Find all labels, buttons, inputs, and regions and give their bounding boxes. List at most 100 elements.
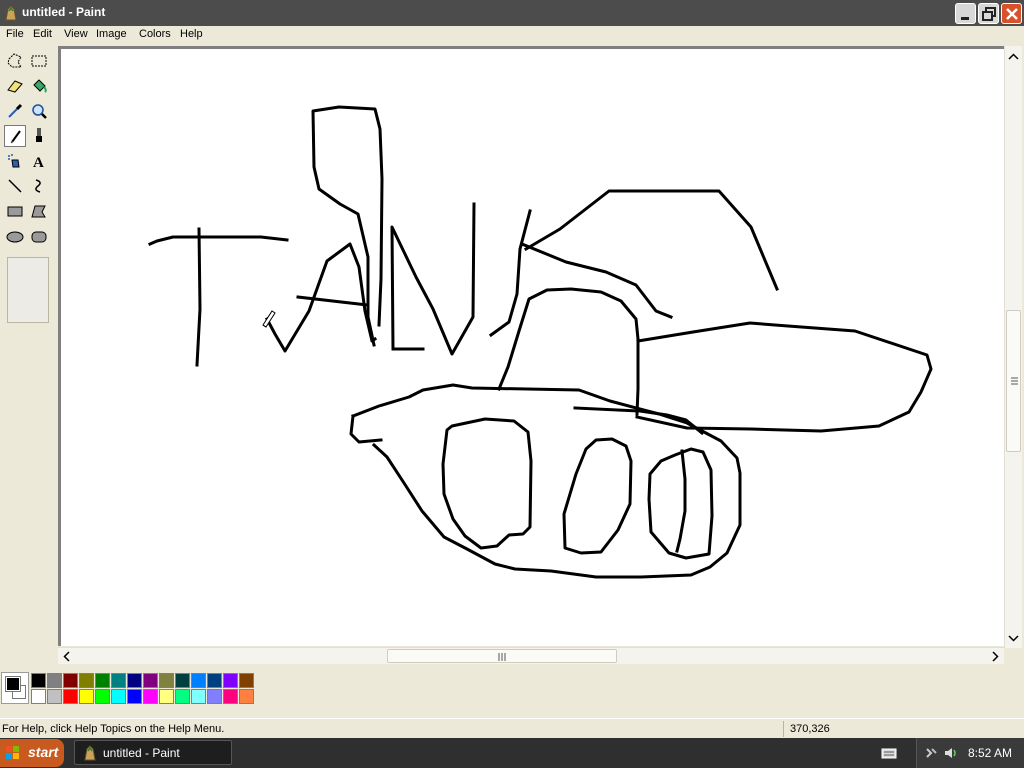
color-swatch[interactable] — [63, 689, 78, 704]
start-label: start — [28, 744, 59, 760]
ellipse-icon — [6, 231, 24, 243]
stroke-a — [264, 242, 378, 353]
color-swatch[interactable] — [223, 673, 238, 688]
paint-app-icon — [4, 5, 18, 21]
color-swatch[interactable] — [31, 673, 46, 688]
chevron-up-icon — [1008, 53, 1019, 60]
rectangle-tool[interactable] — [4, 200, 26, 222]
pick-color-tool[interactable] — [4, 100, 26, 122]
vertical-scroll-thumb[interactable] — [1006, 310, 1021, 452]
scroll-down-button[interactable] — [1005, 630, 1022, 647]
magnifier-tool[interactable] — [28, 100, 50, 122]
pencil-icon — [10, 130, 21, 144]
menu-colors[interactable]: Colors — [139, 28, 171, 40]
select-tool[interactable] — [28, 50, 50, 72]
status-bar: For Help, click Help Topics on the Help … — [0, 718, 1024, 738]
color-swatch[interactable] — [207, 673, 222, 688]
color-swatch[interactable] — [95, 673, 110, 688]
menu-image[interactable]: Image — [96, 28, 127, 40]
menu-bar: File Edit View Image Colors Help — [0, 26, 1024, 44]
taskbar-item-paint[interactable]: untitled - Paint — [74, 740, 232, 765]
scroll-right-button[interactable] — [987, 648, 1004, 665]
taskbar: start untitled - Paint — [0, 738, 1024, 768]
taskbar-item-label: untitled - Paint — [103, 746, 180, 760]
restore-button[interactable] — [978, 3, 999, 24]
menu-view[interactable]: View — [64, 28, 88, 40]
stroke-wheel-2 — [562, 437, 633, 555]
color-swatch[interactable] — [127, 689, 142, 704]
color-swatch[interactable] — [207, 689, 222, 704]
stroke-wheel-1 — [441, 417, 533, 550]
eraser-icon — [7, 80, 23, 93]
fill-bucket-icon — [33, 79, 47, 93]
cursor-coordinates: 370,326 — [790, 723, 830, 735]
foreground-color-swatch[interactable] — [5, 676, 21, 692]
color-swatch[interactable] — [79, 689, 94, 704]
color-swatch[interactable] — [111, 689, 126, 704]
paint-app-icon — [83, 745, 97, 761]
color-swatch[interactable] — [175, 689, 190, 704]
color-swatch[interactable] — [143, 689, 158, 704]
airbrush-tool[interactable] — [4, 150, 26, 172]
color-swatch[interactable] — [47, 689, 62, 704]
color-swatch[interactable] — [191, 689, 206, 704]
close-button[interactable] — [1001, 3, 1022, 24]
grip-icon — [1011, 377, 1018, 385]
tool-options-box[interactable] — [7, 257, 49, 323]
ellipse-tool[interactable] — [4, 225, 26, 247]
color-swatch[interactable] — [95, 689, 110, 704]
chevron-right-icon — [992, 651, 999, 662]
pencil-tool[interactable] — [4, 125, 26, 147]
line-tool[interactable] — [4, 175, 26, 197]
menu-help[interactable]: Help — [180, 28, 203, 40]
scroll-left-button[interactable] — [58, 648, 75, 665]
rounded-rectangle-tool[interactable] — [28, 225, 50, 247]
color-swatch[interactable] — [175, 673, 190, 688]
keyboard-icon[interactable] — [881, 746, 897, 760]
current-colors[interactable] — [1, 672, 29, 704]
free-form-select-icon — [7, 53, 22, 68]
color-swatch[interactable] — [47, 673, 62, 688]
title-bar[interactable]: untitled - Paint — [0, 0, 1024, 26]
start-button[interactable]: start — [0, 739, 64, 767]
curve-tool[interactable] — [28, 175, 50, 197]
color-swatch[interactable] — [143, 673, 158, 688]
brush-tool[interactable] — [28, 125, 50, 147]
fill-bucket-tool[interactable] — [28, 75, 50, 97]
color-swatch[interactable] — [127, 673, 142, 688]
color-swatch[interactable] — [79, 673, 94, 688]
color-swatch[interactable] — [31, 689, 46, 704]
polygon-tool[interactable] — [28, 200, 50, 222]
color-swatch[interactable] — [239, 673, 254, 688]
color-swatch[interactable] — [159, 689, 174, 704]
airbrush-icon — [8, 154, 20, 168]
color-swatch[interactable] — [159, 673, 174, 688]
drawing-canvas[interactable] — [61, 49, 1004, 646]
color-swatch[interactable] — [239, 689, 254, 704]
eraser-tool[interactable] — [4, 75, 26, 97]
stroke-n — [390, 202, 476, 356]
volume-icon[interactable] — [943, 745, 957, 761]
status-help-text: For Help, click Help Topics on the Help … — [2, 723, 225, 735]
color-swatch[interactable] — [191, 673, 206, 688]
pick-color-icon — [8, 103, 23, 118]
text-tool[interactable]: A — [28, 150, 50, 172]
tool-box: A — [0, 46, 56, 668]
minimize-button[interactable] — [955, 3, 976, 24]
vertical-scrollbar[interactable] — [1004, 46, 1022, 648]
menu-edit[interactable]: Edit — [33, 28, 52, 40]
color-swatch[interactable] — [111, 673, 126, 688]
free-form-select-tool[interactable] — [4, 50, 26, 72]
brush-icon — [36, 128, 42, 142]
horizontal-scroll-thumb[interactable] — [387, 649, 617, 663]
network-icon[interactable] — [925, 745, 939, 761]
scroll-up-button[interactable] — [1005, 48, 1022, 65]
color-swatch[interactable] — [63, 673, 78, 688]
curve-icon — [35, 179, 41, 193]
stroke-gun — [635, 321, 933, 433]
horizontal-scrollbar[interactable] — [58, 647, 1004, 664]
rounded-rectangle-icon — [31, 231, 47, 243]
color-swatch[interactable] — [223, 689, 238, 704]
line-icon — [8, 179, 22, 193]
menu-file[interactable]: File — [6, 28, 24, 40]
